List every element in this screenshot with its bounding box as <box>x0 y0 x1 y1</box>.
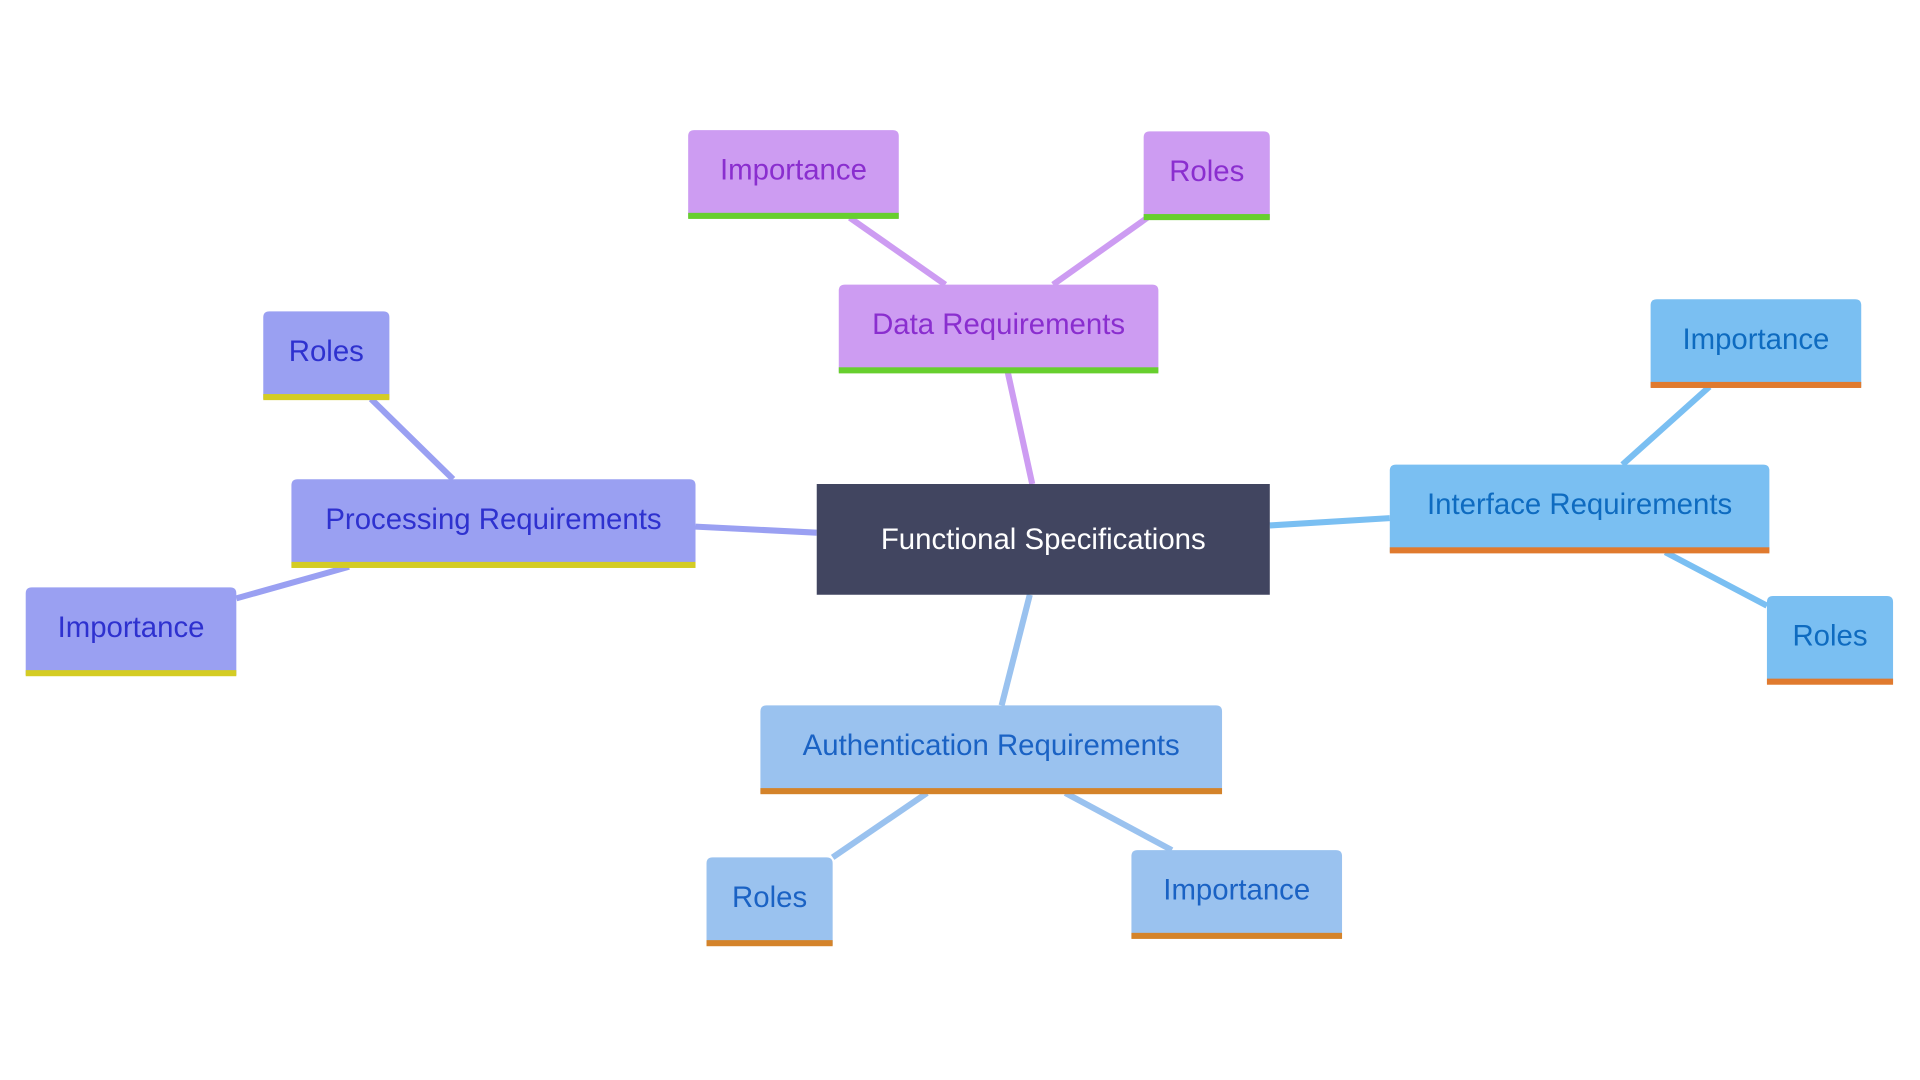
child-node-interface-requirements-importance[interactable]: Importance <box>1650 299 1862 388</box>
edge-root-to-branch-2 <box>1269 515 1390 529</box>
child-node-authentication-requirements-roles[interactable]: Roles <box>706 857 833 947</box>
edge-root-to-branch-3 <box>998 593 1033 707</box>
branch-node-authentication-requirements-underline <box>760 788 1223 795</box>
edge-branch-1-to-child-0 <box>368 396 456 482</box>
child-node-data-requirements-importance-label: Importance <box>720 154 867 187</box>
child-node-authentication-requirements-importance-label: Importance <box>1163 874 1310 907</box>
edge-branch-1-to-child-1 <box>235 563 350 602</box>
edge-branch-0-to-child-0 <box>848 215 948 288</box>
child-node-authentication-requirements-roles-label: Roles <box>732 881 807 914</box>
edge-branch-3-to-child-0 <box>830 790 929 860</box>
child-node-authentication-requirements-importance-underline <box>1131 932 1343 939</box>
edge-branch-2-to-child-0 <box>1620 384 1712 467</box>
child-node-data-requirements-importance[interactable]: Importance <box>688 130 899 219</box>
mindmap-diagram: Functional Specifications Data Requiremen… <box>25 130 1894 947</box>
child-node-data-requirements-roles-underline <box>1143 214 1270 221</box>
child-node-interface-requirements-roles-label: Roles <box>1792 620 1867 653</box>
child-node-authentication-requirements-roles-underline <box>706 940 833 947</box>
child-node-processing-requirements-importance[interactable]: Importance <box>25 587 237 677</box>
child-node-data-requirements-importance-underline <box>688 212 899 219</box>
root-node-label: Functional Specifications <box>881 523 1206 556</box>
branch-node-data-requirements[interactable]: Data Requirements <box>838 284 1159 374</box>
edge-branch-3-to-child-1 <box>1063 790 1174 853</box>
child-node-data-requirements-roles-label: Roles <box>1169 155 1244 188</box>
branch-node-interface-requirements[interactable]: Interface Requirements <box>1389 464 1770 554</box>
child-node-processing-requirements-roles-underline <box>263 394 390 401</box>
nodes: Functional Specifications Data Requiremen… <box>25 130 1894 947</box>
edge-branch-2-to-child-1 <box>1663 549 1769 609</box>
branch-node-processing-requirements[interactable]: Processing Requirements <box>291 479 696 568</box>
child-node-interface-requirements-importance-label: Importance <box>1682 323 1829 356</box>
child-node-interface-requirements-roles-underline <box>1766 678 1894 685</box>
branch-node-authentication-requirements[interactable]: Authentication Requirements <box>760 705 1223 795</box>
branch-node-data-requirements-label: Data Requirements <box>872 308 1125 341</box>
root-node[interactable]: Functional Specifications <box>816 484 1270 595</box>
branch-node-interface-requirements-underline <box>1389 547 1770 554</box>
branch-node-data-requirements-underline <box>838 367 1159 374</box>
child-node-processing-requirements-importance-label: Importance <box>58 611 205 644</box>
edge-root-to-branch-1 <box>695 523 817 536</box>
child-node-authentication-requirements-importance[interactable]: Importance <box>1131 850 1343 939</box>
branch-node-processing-requirements-underline <box>291 561 696 568</box>
child-node-processing-requirements-importance-underline <box>25 670 237 677</box>
branch-node-processing-requirements-label: Processing Requirements <box>325 503 661 536</box>
child-node-interface-requirements-roles[interactable]: Roles <box>1766 595 1894 685</box>
child-node-processing-requirements-roles-label: Roles <box>289 335 364 368</box>
child-node-interface-requirements-importance-underline <box>1650 381 1862 388</box>
branch-node-interface-requirements-label: Interface Requirements <box>1427 488 1732 521</box>
child-node-processing-requirements-roles[interactable]: Roles <box>263 311 390 401</box>
child-node-data-requirements-roles[interactable]: Roles <box>1143 131 1270 221</box>
edge-root-to-branch-0 <box>1004 371 1036 485</box>
branch-node-authentication-requirements-label: Authentication Requirements <box>803 729 1180 762</box>
edge-branch-0-to-child-1 <box>1051 215 1150 288</box>
